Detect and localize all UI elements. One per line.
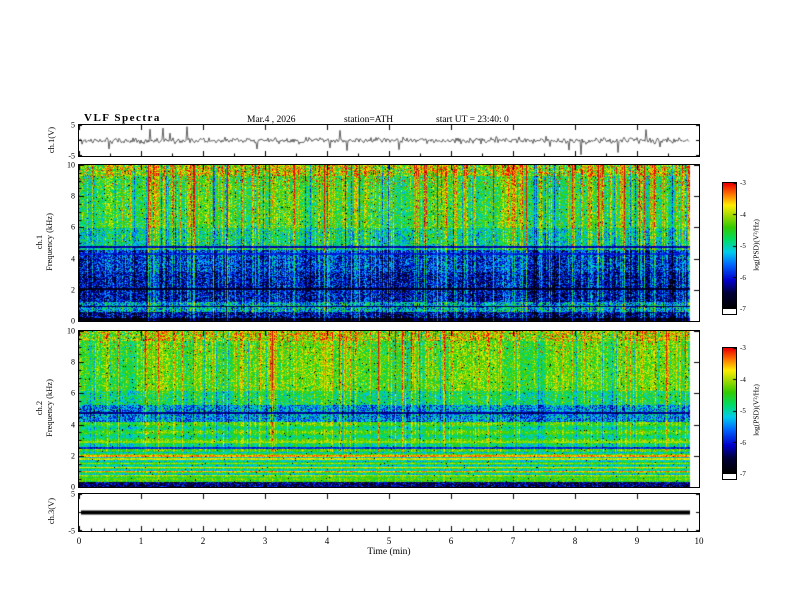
colorbar-ch1-canvas xyxy=(723,183,736,309)
tick-label: 3 xyxy=(262,536,268,546)
tick-label: -5 xyxy=(740,407,746,415)
ch1-spec-ylabel: ch.1 Frequency (kHz) xyxy=(34,213,55,271)
tick-label: 5 xyxy=(71,489,75,499)
ch3-waveform-panel xyxy=(78,493,700,532)
tick-label: 6 xyxy=(71,388,75,398)
colorbar-ch1 xyxy=(722,182,737,315)
tick-label: 10 xyxy=(694,536,704,546)
tick-label: 4 xyxy=(71,420,75,430)
tick-label: -5 xyxy=(68,151,75,161)
tick-label: -6 xyxy=(740,273,746,282)
tick-label: 10 xyxy=(67,160,75,170)
ch3-wave-ylabel: ch.3(V) xyxy=(46,497,57,525)
tick-label: 9 xyxy=(634,536,640,546)
figure-title: VLF Spectra xyxy=(84,112,161,124)
tick-label: 5 xyxy=(386,536,392,546)
tick-label: 0 xyxy=(71,316,75,326)
ch1-spec-ylabel-freq: Frequency (kHz) xyxy=(44,213,54,271)
tick-label: 2 xyxy=(71,451,75,461)
colorbar-ch1-label: log(PSD)(V²/Hz) xyxy=(751,219,761,271)
tick-label: -3 xyxy=(740,344,746,352)
tick-label: -5 xyxy=(740,242,746,250)
colorbar-ch2 xyxy=(722,347,737,480)
ch1-waveform-canvas xyxy=(79,125,699,156)
tick-label: 2 xyxy=(200,536,206,546)
tick-label: 10 xyxy=(67,326,75,336)
tick-label: 5 xyxy=(71,120,75,130)
ch2-spectrogram-canvas xyxy=(79,331,699,487)
tick-label: 8 xyxy=(572,536,578,546)
tick-label: 6 xyxy=(448,536,454,546)
tick-label: 1 xyxy=(138,536,144,546)
tick-label: -3 xyxy=(740,179,746,187)
colorbar-ch2-label: log(PSD)(V²/Hz) xyxy=(751,384,761,436)
tick-label: 8 xyxy=(71,191,75,201)
ch2-spec-ylabel-freq: Frequency (kHz) xyxy=(44,379,54,437)
colorbar-ch2-canvas xyxy=(723,348,736,474)
tick-label: 4 xyxy=(324,536,330,546)
ch1-spectrogram-panel xyxy=(78,164,700,322)
time-axis-label: Time (min) xyxy=(367,547,411,557)
ch1-waveform-panel xyxy=(78,124,700,157)
tick-label: -4 xyxy=(740,375,746,384)
ch1-spectrogram-canvas xyxy=(79,165,699,321)
tick-label: -7 xyxy=(740,470,746,478)
tick-label: 7 xyxy=(510,536,516,546)
tick-label: -5 xyxy=(68,526,75,536)
ch1-wave-ylabel: ch.1(V) xyxy=(46,126,57,154)
tick-label: -6 xyxy=(740,438,746,447)
tick-label: 6 xyxy=(71,222,75,232)
tick-label: 2 xyxy=(71,285,75,295)
tick-label: 4 xyxy=(71,254,75,264)
ch2-spec-ylabel: ch.2 Frequency (kHz) xyxy=(34,379,55,437)
tick-label: 0 xyxy=(76,536,82,546)
ch3-waveform-canvas xyxy=(79,494,699,531)
vlf-spectra-figure: VLF Spectra Mar.4 , 2026 station=ATH sta… xyxy=(0,0,792,612)
tick-label: -7 xyxy=(740,305,746,313)
tick-label: 8 xyxy=(71,357,75,367)
tick-label: -4 xyxy=(740,210,746,219)
ch2-spectrogram-panel xyxy=(78,330,700,488)
